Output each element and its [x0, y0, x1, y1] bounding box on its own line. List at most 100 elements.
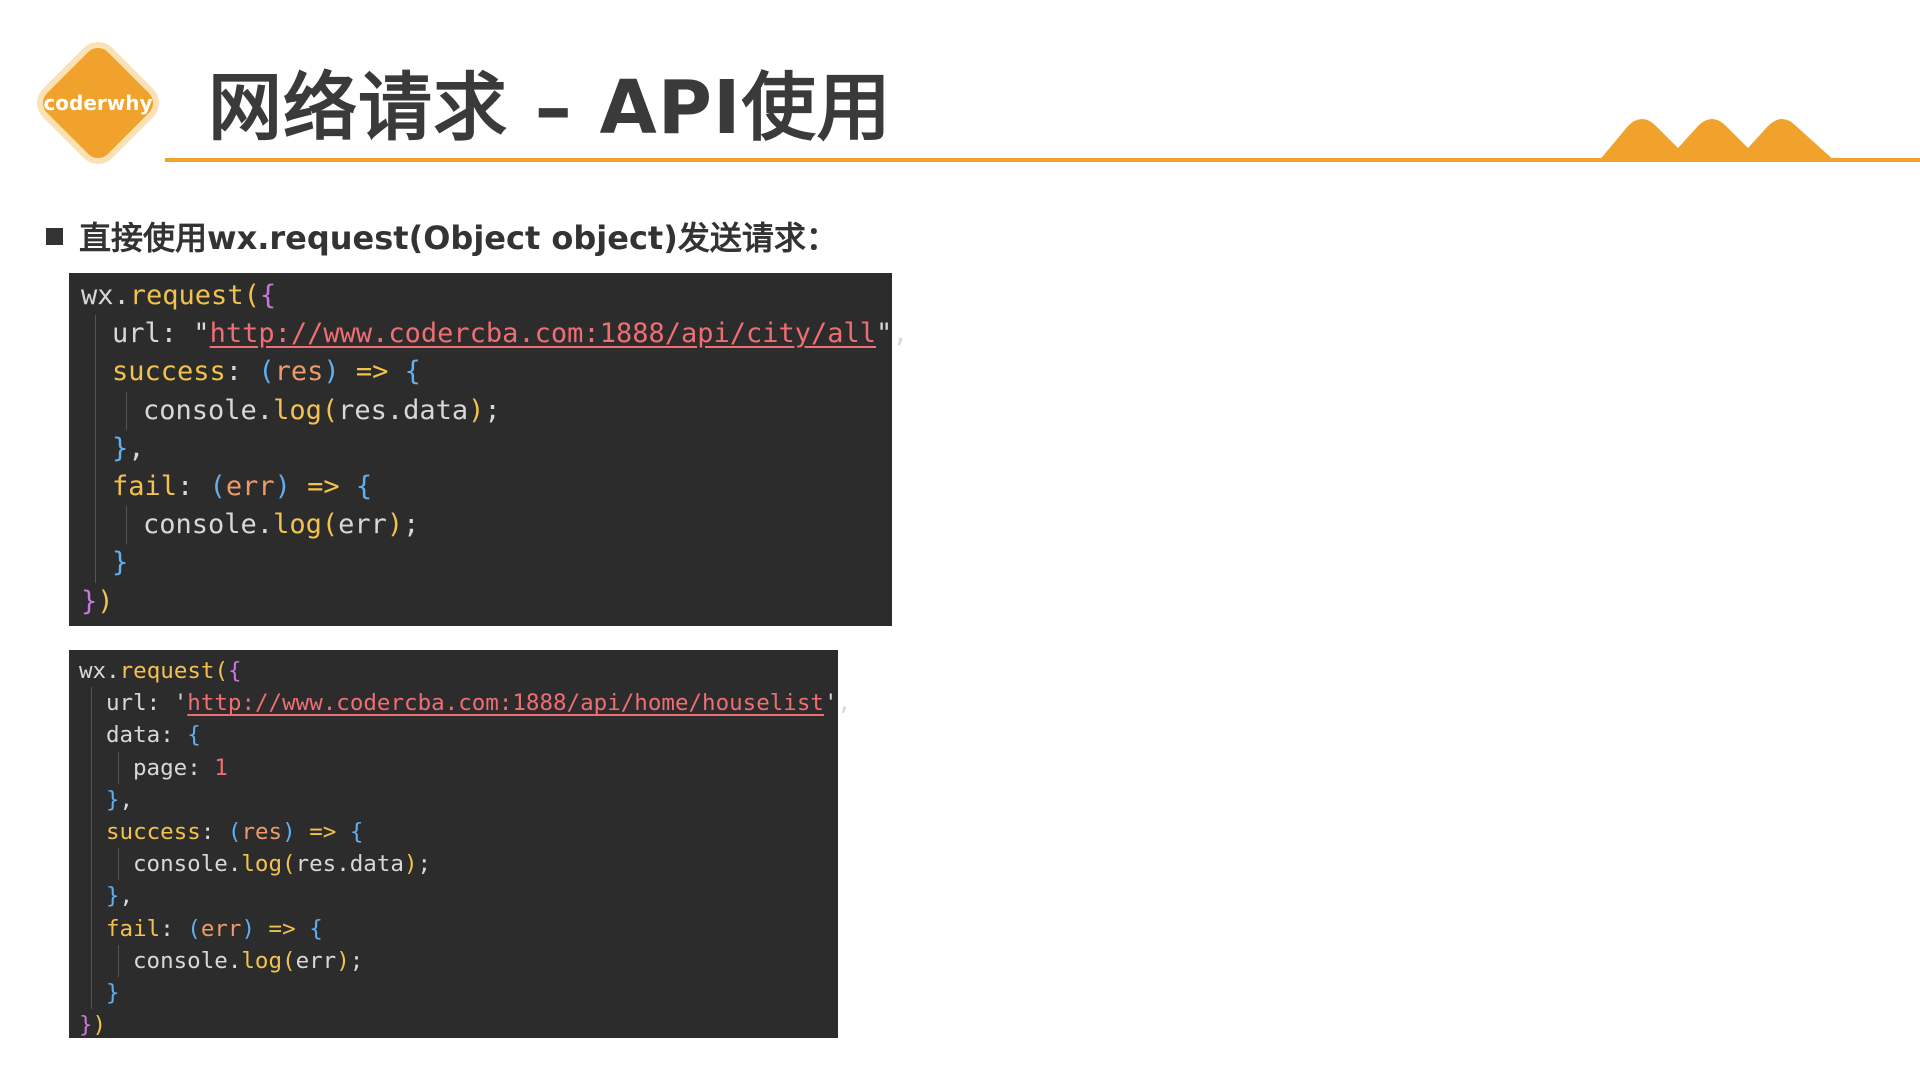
code-token: ', [823, 690, 852, 717]
code-token: ) [274, 470, 291, 502]
code-line: }, [79, 783, 838, 816]
code-token: console [143, 509, 257, 541]
code-token: { [187, 722, 201, 749]
logo-text: coderwhy [43, 91, 153, 115]
code-token: ( [321, 509, 339, 541]
code-token: } [106, 979, 120, 1006]
code-token: 1 [214, 754, 228, 781]
code-block-houselist: wx.request({url: 'http://www.codercba.co… [69, 650, 851, 1038]
code-token: console [133, 947, 228, 974]
code-token: } [112, 547, 129, 579]
indent-guide [91, 783, 93, 816]
code-token: res [274, 356, 324, 388]
code-token: , [128, 432, 145, 464]
bullet-item: 直接使用wx.request(Object object)发送请求： [46, 214, 838, 258]
header-rule [165, 158, 1920, 162]
code-token: . [227, 947, 242, 974]
code-token: url [106, 690, 147, 717]
code-token: => [295, 818, 350, 845]
indent-guide [91, 912, 93, 945]
code-token: res [241, 818, 283, 845]
code-token: http://www.codercba.com:1888/api/home/ho… [187, 690, 824, 717]
code-token: ) [323, 356, 340, 388]
code-token: ; [484, 394, 501, 426]
code-token: } [106, 786, 120, 813]
code-token: ( [282, 947, 296, 974]
code-line: fail: (err) => { [81, 467, 892, 507]
code-line: }) [81, 583, 892, 621]
mountain-decoration-icon [1598, 119, 1836, 162]
code-token: { [228, 658, 242, 684]
code-token: : " [160, 318, 210, 350]
code-token: : [177, 470, 210, 502]
code-token: : [160, 722, 188, 749]
code-token: } [81, 585, 98, 617]
logo: coderwhy [37, 42, 159, 164]
code-token: page [133, 754, 188, 781]
code-block-city: wx.request({url: "http://www.codercba.co… [69, 273, 909, 626]
code-token: data [106, 722, 161, 749]
code-token: ; [417, 851, 432, 878]
code-token: fail [106, 915, 161, 942]
code-token: request [119, 658, 215, 684]
indent-guide [91, 751, 93, 784]
indent-guide [118, 944, 120, 977]
code-token: ; [403, 509, 420, 541]
code-token: ( [227, 818, 242, 845]
page-title: 网络请求 – API使用 [208, 65, 892, 151]
code-line: console.log(err); [81, 506, 892, 545]
code-token: url [112, 318, 161, 350]
code-token: : [200, 818, 228, 845]
code-token: . [113, 280, 130, 311]
code-token: ( [243, 280, 260, 311]
code-token: . [227, 851, 242, 878]
indent-guide [94, 544, 96, 583]
indent-guide [91, 976, 93, 1010]
code-token: log [241, 947, 283, 974]
indent-guide [94, 506, 96, 545]
code-token: { [259, 280, 277, 311]
code-token: success [112, 356, 226, 388]
code-token: err [225, 470, 275, 502]
indent-guide [118, 848, 120, 881]
code-token: , [119, 786, 134, 813]
code-token: => [255, 915, 310, 942]
code-line: wx.request({ [79, 655, 838, 687]
indent-guide [91, 815, 93, 849]
code-token: ( [282, 851, 296, 878]
code-token: res.data [338, 394, 469, 426]
code-token: . [106, 658, 120, 684]
code-token: log [241, 851, 283, 878]
indent-guide [91, 848, 93, 881]
code-token: } [106, 883, 120, 910]
code-token: ( [214, 658, 229, 684]
code-line: console.log(res.data); [79, 848, 838, 881]
code-token: err [295, 947, 337, 974]
code-token: fail [112, 470, 178, 502]
code-line: }, [81, 429, 892, 468]
code-line: fail: (err) => { [79, 912, 838, 945]
code-token: { [355, 470, 373, 502]
code-line: url: 'http://www.codercba.com:1888/api/h… [79, 687, 851, 720]
code-line: data: { [79, 719, 838, 752]
code-token: ) [386, 509, 404, 541]
code-token: ( [321, 394, 339, 426]
code-token: success [106, 818, 201, 845]
code-token: : [160, 915, 188, 942]
code-token: ) [403, 851, 418, 878]
indent-guide [125, 391, 127, 430]
code-token: ) [468, 394, 485, 426]
code-token: wx [79, 658, 107, 684]
code-line: }, [79, 880, 838, 913]
code-token: res.data [295, 851, 404, 878]
bullet-text: 直接使用wx.request(Object object)发送请求： [79, 219, 838, 257]
code-token: , [119, 883, 134, 910]
code-token: { [404, 356, 421, 388]
code-token: { [309, 915, 323, 942]
code-token: request [129, 280, 244, 311]
code-line: wx.request({ [81, 277, 892, 315]
code-token: wx [81, 280, 114, 311]
code-line: } [79, 976, 838, 1010]
code-token: => [290, 470, 356, 502]
code-line: } [81, 544, 892, 583]
